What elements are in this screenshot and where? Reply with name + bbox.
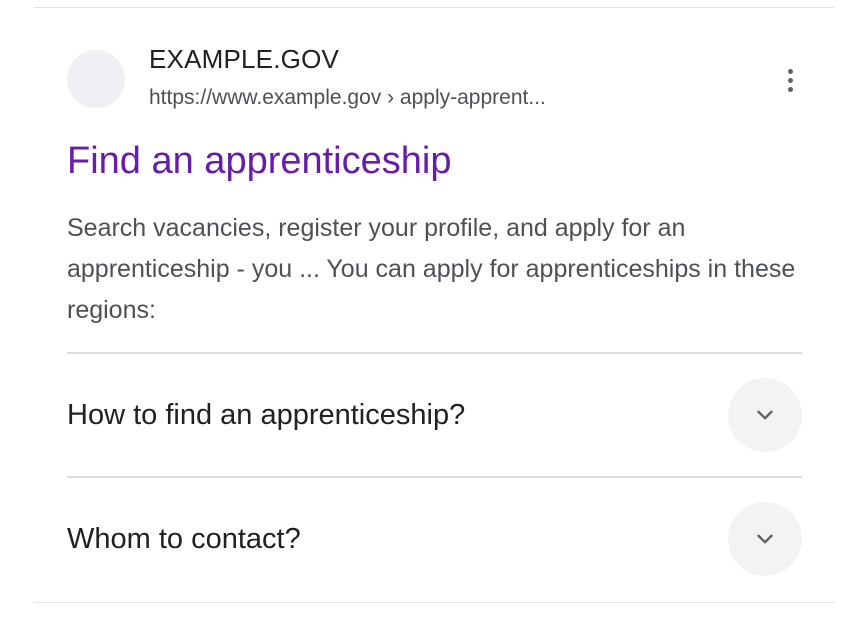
search-result-card: EXAMPLE.GOV https://www.example.gov › ap…	[0, 0, 856, 626]
result-title-link[interactable]: Find an apprenticeship	[67, 140, 451, 183]
chevron-down-icon	[757, 534, 773, 544]
site-url[interactable]: https://www.example.gov › apply-apprent.…	[149, 86, 546, 110]
bottom-divider	[34, 602, 834, 603]
site-favicon	[67, 50, 125, 108]
site-name[interactable]: EXAMPLE.GOV	[149, 44, 339, 75]
top-divider	[34, 7, 834, 8]
more-options-icon[interactable]	[772, 62, 808, 98]
expand-button[interactable]	[728, 378, 802, 452]
faq-question: How to find an apprenticeship?	[67, 399, 466, 431]
faq-question: Whom to contact?	[67, 523, 301, 555]
faq-item-find-apprenticeship[interactable]: How to find an apprenticeship?	[67, 354, 802, 476]
result-snippet: Search vacancies, register your profile,…	[67, 214, 796, 324]
expand-button[interactable]	[728, 502, 802, 576]
chevron-down-icon	[757, 410, 773, 420]
faq-item-whom-to-contact[interactable]: Whom to contact?	[67, 478, 802, 600]
